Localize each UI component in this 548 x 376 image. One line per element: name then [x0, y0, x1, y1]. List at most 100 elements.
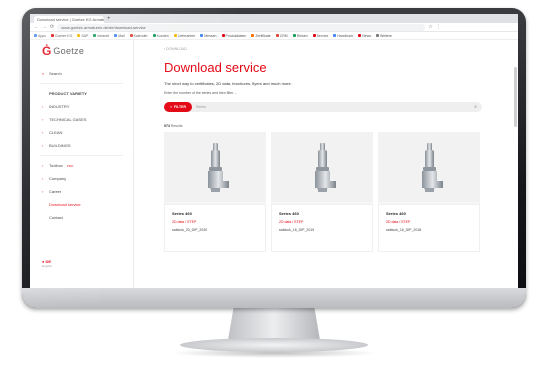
search-input[interactable]: Series	[196, 105, 474, 109]
pro-badge: PRO	[66, 163, 74, 168]
bookmark-item[interactable]: Messen	[200, 33, 217, 38]
bookmark-label: Messen	[204, 33, 217, 38]
bookmark-icon	[358, 34, 362, 37]
bookmark-label: Handbuch	[337, 33, 354, 38]
bookmark-icon	[173, 34, 177, 37]
monitor-chin	[22, 288, 526, 308]
product-image	[164, 132, 266, 202]
breadcrumb[interactable]: ‹ DOWNLOAD	[164, 47, 518, 51]
sidebar-item-label: CLEAN	[49, 130, 63, 135]
bookmark-icon	[152, 34, 156, 37]
sidebar-item-label: Search	[49, 71, 62, 76]
safety-valve-icon	[315, 143, 336, 192]
site-sidebar: Ġ Goetze ⌕ Search PRODUCT VARIETY › INDUST…	[30, 39, 134, 288]
divider	[40, 83, 123, 84]
bookmark-item[interactable]: News	[358, 34, 371, 38]
browser-tab[interactable]: Download service | Goetze KG Armaturen	[34, 16, 104, 23]
bookmark-label: CRM	[279, 33, 288, 38]
product-file-code: sablock_16_DIP_2019	[279, 228, 315, 232]
bookmark-item[interactable]: Produktdaten	[221, 34, 246, 38]
forward-icon[interactable]: →	[42, 24, 47, 30]
sidebar-item-label: Toolbox	[49, 163, 63, 168]
product-name: Series 460	[279, 211, 299, 216]
sidebar-item-technical-gases[interactable]: › TECHNICAL GASES	[30, 113, 133, 126]
bookmark-icon	[93, 34, 97, 37]
star-icon[interactable]: ☆	[428, 24, 432, 30]
chevron-right-icon: ›	[42, 189, 44, 194]
site-logo[interactable]: Ġ Goetze	[30, 45, 133, 67]
language-name: English	[42, 264, 52, 268]
bookmark-icon	[333, 34, 337, 37]
product-info: Series 460 2D data / STEP sablock_16_DIP_2…	[271, 204, 373, 252]
bookmark-item[interactable]: Handbuch	[333, 34, 353, 38]
url-field[interactable]: www.goetze-armaturen.de/de/download-serv…	[57, 23, 426, 31]
language-switcher[interactable]: ● DE English	[42, 259, 52, 268]
bookmark-item[interactable]: SAP	[77, 34, 88, 38]
sidebar-item-label: Career	[49, 189, 62, 194]
product-grid: Series 460 2D data / STEP sablock_20_DIP_2…	[164, 132, 518, 252]
sidebar-item-label: Company	[49, 176, 67, 181]
bookmark-item[interactable]: Zertifikate	[251, 33, 271, 38]
search-bar: ≡ FILTER Series ⌕	[164, 102, 482, 112]
bookmark-icon	[77, 34, 81, 37]
product-format: 2D data / STEP	[386, 220, 411, 224]
bookmark-icon	[34, 34, 37, 37]
reload-icon[interactable]: ⟳	[50, 24, 54, 30]
search-icon[interactable]: ⌕	[474, 104, 477, 110]
sidebar-item-download-service[interactable]: Download service	[30, 198, 133, 211]
bookmark-item[interactable]: Apps	[34, 34, 46, 38]
bookmark-item[interactable]: CRM	[275, 33, 288, 38]
filter-button[interactable]: ≡ FILTER	[164, 102, 193, 112]
sidebar-item-label: BUILDINGS	[49, 143, 71, 148]
back-icon[interactable]: ←	[34, 24, 39, 30]
product-format: 2D data / STEP	[279, 220, 304, 224]
product-card[interactable]: Series 460 2D data / STEP sablock_16_DIP_2…	[378, 132, 480, 252]
bookmark-label: Weitere	[380, 33, 392, 38]
logo-text: Goetze	[53, 46, 85, 56]
sidebar-item-label: Download service	[49, 202, 81, 207]
bookmark-label: Kalender	[133, 33, 148, 38]
bookmark-item[interactable]: Reisen	[292, 33, 308, 38]
bookmark-item[interactable]: Weitere	[376, 34, 392, 38]
sidebar-item-industry[interactable]: › INDUSTRY	[30, 100, 133, 113]
bookmark-item[interactable]: Service	[312, 34, 328, 38]
bookmark-label: Apps	[38, 33, 46, 38]
product-card[interactable]: Series 460 2D data / STEP sablock_20_DIP_2…	[164, 132, 266, 252]
bookmark-item[interactable]: Intranet	[93, 34, 109, 38]
product-card[interactable]: Series 460 2D data / STEP sablock_16_DIP_2…	[271, 132, 373, 252]
sidebar-item-search[interactable]: ⌕ Search	[30, 67, 133, 80]
page-subtitle: The short way to certificates, 2D data, …	[164, 81, 292, 86]
bookmark-label: SAP	[81, 33, 89, 38]
sidebar-item-product-variety[interactable]: PRODUCT VARIETY	[30, 87, 133, 100]
sidebar-item-contact[interactable]: Contact	[30, 211, 133, 224]
bookmark-item[interactable]: Lieferanten	[173, 34, 195, 38]
scrollbar[interactable]	[514, 67, 517, 127]
product-name: Series 460	[172, 211, 192, 216]
chevron-right-icon: ›	[42, 143, 44, 148]
sidebar-item-company[interactable]: › Company	[30, 172, 133, 185]
sidebar-item-clean[interactable]: › CLEAN	[30, 126, 133, 139]
bookmark-item[interactable]: Kalender	[129, 33, 148, 38]
bookmark-item[interactable]: Mail	[114, 34, 125, 38]
bookmark-item[interactable]: Goetze KG	[50, 33, 73, 38]
bookmark-label: Goetze KG	[54, 33, 73, 38]
bookmark-label: Zertifikate	[255, 33, 271, 38]
chevron-right-icon: ›	[42, 117, 44, 122]
bookmark-item[interactable]: Kunden	[152, 34, 169, 38]
filter-button-label: FILTER	[174, 105, 187, 109]
monitor-stand-base	[180, 338, 368, 352]
search-icon: ⌕	[42, 71, 45, 76]
new-tab-button[interactable]: +	[107, 16, 111, 23]
browser-address-bar: ← → ⟳ www.goetze-armaturen.de/de/downloa…	[30, 23, 518, 32]
chevron-right-icon: ›	[42, 176, 44, 181]
menu-icon[interactable]: ⋮	[436, 24, 441, 30]
bookmark-label: News	[362, 33, 371, 38]
sidebar-item-toolbox[interactable]: › Toolbox PRO	[30, 159, 133, 172]
website-page: Ġ Goetze ⌕ Search PRODUCT VARIETY › INDUST…	[30, 39, 518, 288]
search-hint: Enter the number of the series and then …	[164, 91, 238, 95]
bookmark-icon	[114, 34, 118, 37]
bookmark-label: Reisen	[296, 33, 308, 38]
sidebar-item-career[interactable]: › Career	[30, 185, 133, 198]
sidebar-item-buildings[interactable]: › BUILDINGS	[30, 139, 133, 152]
bookmark-icon	[221, 34, 225, 37]
